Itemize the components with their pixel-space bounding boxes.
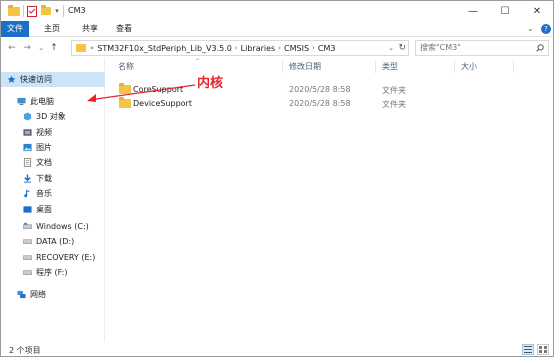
- column-header-date[interactable]: 修改日期: [289, 61, 321, 72]
- navigation-bar: ← → ⌄ ↑ « STM32F10x_StdPeriph_Lib_V3.5.0…: [1, 38, 553, 58]
- tab-file[interactable]: 文件: [1, 21, 29, 37]
- details-view-icon: [524, 346, 532, 353]
- file-type: 文件夹: [382, 100, 406, 109]
- recent-locations-button[interactable]: ⌄: [35, 41, 47, 55]
- ribbon-tabs: 文件 主页 共享 查看 ⌄ ?: [1, 21, 553, 37]
- sidebar-item-3d-objects[interactable]: 3D 对象: [1, 109, 105, 124]
- tab-share[interactable]: 共享: [79, 21, 101, 37]
- drive-icon: [23, 255, 32, 261]
- forward-button[interactable]: →: [21, 41, 33, 55]
- drive-icon: [23, 270, 32, 276]
- address-bar[interactable]: « STM32F10x_StdPeriph_Lib_V3.5.0 › Libra…: [71, 40, 409, 56]
- breadcrumb-overflow[interactable]: «: [90, 44, 94, 52]
- title-bar: ▾ CM3 — ☐ ✕: [1, 1, 553, 21]
- sidebar-item-music[interactable]: 音乐: [1, 186, 105, 201]
- column-header-type[interactable]: 类型: [382, 61, 398, 72]
- sidebar-item-downloads[interactable]: 下载: [1, 171, 105, 186]
- sidebar-item-documents[interactable]: 文档: [1, 155, 105, 170]
- file-date: 2020/5/28 8:58: [289, 99, 351, 108]
- cube-icon: [23, 112, 32, 121]
- properties-icon[interactable]: [26, 5, 38, 17]
- folder-icon: [7, 4, 21, 17]
- details-view-button[interactable]: [522, 344, 534, 355]
- sidebar-item-drive-d[interactable]: DATA (D:): [1, 234, 105, 249]
- desktop-icon: [23, 206, 32, 213]
- ribbon-expand-icon[interactable]: ⌄: [527, 24, 534, 33]
- breadcrumb-cm3[interactable]: CM3: [318, 44, 336, 53]
- file-type: 文件夹: [382, 86, 406, 95]
- refresh-icon[interactable]: ↻: [398, 43, 406, 53]
- sidebar-item-desktop[interactable]: 桌面: [1, 202, 105, 217]
- tab-view[interactable]: 查看: [113, 21, 135, 37]
- breadcrumb-libraries[interactable]: Libraries: [241, 44, 276, 53]
- help-icon[interactable]: ?: [541, 24, 551, 34]
- music-icon: [24, 189, 30, 198]
- address-dropdown-icon[interactable]: ⌄: [388, 44, 394, 52]
- download-icon: [23, 174, 32, 183]
- sidebar-item-pictures[interactable]: 图片: [1, 140, 105, 155]
- search-placeholder: 搜索"CM3": [420, 43, 461, 52]
- drive-icon: [23, 222, 32, 230]
- back-button[interactable]: ←: [6, 41, 18, 55]
- quick-access-dropdown-icon[interactable]: ▾: [53, 5, 61, 17]
- computer-icon: [17, 97, 26, 106]
- breadcrumb-stdperiph-lib[interactable]: STM32F10x_StdPeriph_Lib_V3.5.0: [97, 44, 232, 53]
- sidebar-item-drive-f[interactable]: 程序 (F:): [1, 265, 105, 280]
- sort-chevron-icon: ⌃: [195, 58, 201, 65]
- minimize-button[interactable]: —: [457, 1, 489, 21]
- sidebar-item-drive-e[interactable]: RECOVERY (E:): [1, 250, 105, 265]
- sidebar-item-videos[interactable]: 视频: [1, 125, 105, 140]
- chevron-right-icon: ›: [312, 44, 315, 52]
- sidebar-item-network[interactable]: 网络: [1, 287, 105, 302]
- sidebar-item-drive-c[interactable]: Windows (C:): [1, 219, 105, 234]
- chevron-right-icon: ›: [234, 44, 238, 52]
- large-icons-view-icon: [539, 346, 547, 353]
- search-input[interactable]: 搜索"CM3": [415, 40, 549, 56]
- new-folder-icon[interactable]: [40, 5, 52, 17]
- address-folder-icon: [76, 44, 86, 52]
- file-date: 2020/5/28 8:58: [289, 85, 351, 94]
- search-icon: [536, 44, 544, 52]
- chevron-right-icon: ›: [278, 44, 282, 52]
- network-icon: [17, 290, 26, 299]
- close-button[interactable]: ✕: [521, 1, 553, 21]
- explorer-window: ▾ CM3 — ☐ ✕ 文件 主页 共享 查看 ⌄ ? ← → ⌄ ↑ « ST…: [0, 0, 554, 357]
- annotation-label: 内核: [197, 76, 224, 91]
- window-title: CM3: [68, 6, 86, 15]
- annotation-arrow: [87, 84, 196, 102]
- breadcrumb-cmsis[interactable]: CMSIS: [284, 44, 309, 53]
- tab-home[interactable]: 主页: [41, 21, 63, 37]
- drive-icon: [23, 239, 32, 245]
- column-header-size[interactable]: 大小: [461, 61, 477, 72]
- video-icon: [23, 129, 32, 136]
- up-button[interactable]: ↑: [48, 41, 60, 55]
- image-icon: [23, 143, 32, 152]
- item-count: 2 个项目: [9, 346, 41, 355]
- status-bar: 2 个项目: [1, 342, 553, 357]
- column-header-name[interactable]: 名称: [118, 61, 134, 72]
- large-icons-view-button[interactable]: [537, 344, 549, 355]
- star-icon: [7, 75, 16, 84]
- maximize-button[interactable]: ☐: [489, 1, 521, 21]
- document-icon: [23, 158, 32, 167]
